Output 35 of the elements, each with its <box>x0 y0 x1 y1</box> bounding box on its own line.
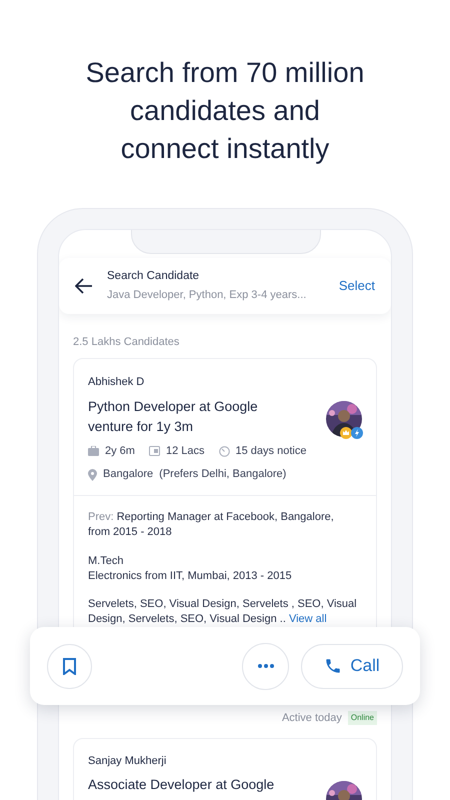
notice-period: 15 days notice <box>236 444 306 459</box>
result-count: 2.5 Lakhs Candidates <box>73 334 180 350</box>
previous-job: Prev: Reporting Manager at Facebook, Bangalore, from 2015 - 2018 <box>88 510 335 540</box>
back-icon[interactable] <box>75 278 93 294</box>
select-button[interactable]: Select <box>338 276 375 296</box>
preferred-locations: (Prefers Delhi, Bangalore) <box>159 467 286 482</box>
more-icon <box>258 664 274 668</box>
candidate-name: Abhishek D <box>88 375 146 390</box>
briefcase-icon <box>88 446 99 456</box>
headline: Search from 70 million <box>86 56 364 90</box>
location: Bangalore <box>103 467 154 482</box>
wallet-icon <box>148 446 160 456</box>
education: Electronics from IIT, Mumbai, 2013 - 2015 <box>88 568 293 584</box>
headline: candidates and <box>130 94 320 128</box>
view-all-link[interactable]: View all <box>288 612 327 625</box>
phone-icon <box>324 657 342 675</box>
lightning-icon <box>351 427 363 440</box>
search-title: Search Candidate <box>107 269 200 284</box>
degree: M.Tech <box>88 554 124 569</box>
candidate-headline: Python Developer at Google venture for 1y 3m <box>88 398 259 436</box>
experience: 2y 6m <box>105 444 135 459</box>
activity-status: Active today <box>282 710 342 726</box>
call-button[interactable]: Call <box>301 644 403 688</box>
location-pin-icon <box>88 468 97 480</box>
crown-icon <box>340 427 352 440</box>
bookmark-icon <box>63 658 76 674</box>
candidate-headline: Associate Developer at Google <box>88 776 276 794</box>
salary: 12 Lacs <box>166 444 204 459</box>
candidate-name: Sanjay Mukherji <box>88 754 168 770</box>
bookmark-button[interactable] <box>47 644 92 688</box>
skills: Servelets, SEO, Visual Design, Servelets , SEO, Visual Design, Servelets, SEO, Visual Design .. View all <box>88 596 358 627</box>
search-query: Java Developer, Python, Exp 3-4 years... <box>107 288 308 304</box>
timer-icon <box>218 446 230 456</box>
headline: connect instantly <box>120 132 330 166</box>
online-badge: Online <box>348 711 377 725</box>
